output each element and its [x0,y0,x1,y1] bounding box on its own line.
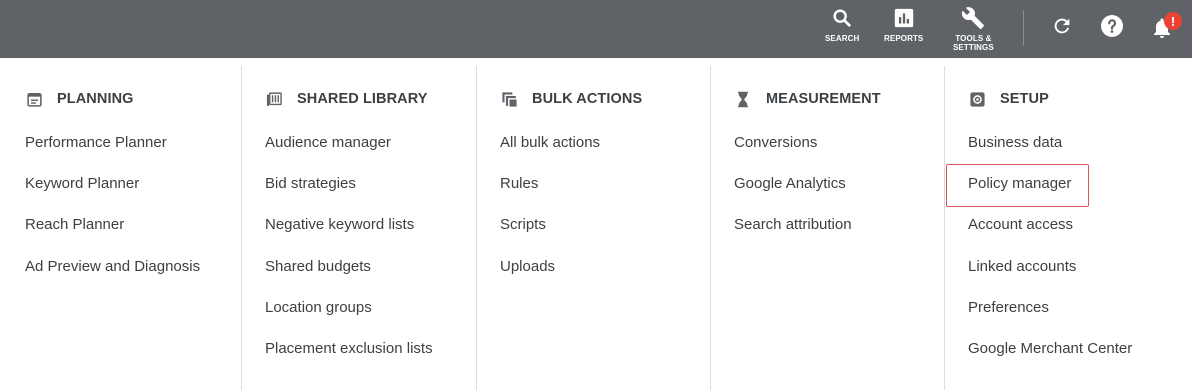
top-bar: SEARCH REPORTS TOOLS & SETTINGS ! [0,0,1192,58]
menu-list-planning: Performance Planner Keyword Planner Reac… [25,132,200,297]
menu-item-scripts[interactable]: Scripts [500,214,600,255]
search-label: SEARCH [825,34,860,43]
heading-bulk-actions: BULK ACTIONS [532,91,643,107]
column-heading: PLANNING [25,88,134,110]
menu-item-shared-budgets[interactable]: Shared budgets [265,256,433,297]
menu-item-all-bulk-actions[interactable]: All bulk actions [500,132,600,173]
heading-setup: SETUP [1000,91,1049,107]
refresh-icon [1051,15,1073,42]
menu-list-setup: Business data Policy manager Account acc… [968,132,1132,379]
menu-item-preferences[interactable]: Preferences [968,297,1132,338]
menu-item-linked-accounts[interactable]: Linked accounts [968,256,1132,297]
notification-badge: ! [1164,12,1182,30]
reports-icon [892,6,916,30]
wrench-icon [961,6,985,30]
bell-icon: ! [1150,12,1182,40]
copy-stack-icon [500,90,518,108]
menu-item-uploads[interactable]: Uploads [500,256,600,297]
settings-box-icon [968,90,986,108]
menu-item-negative-keyword-lists[interactable]: Negative keyword lists [265,214,433,255]
reports-label: REPORTS [884,34,924,43]
menu-item-placement-exclusion-lists[interactable]: Placement exclusion lists [265,338,433,379]
menu-item-audience-manager[interactable]: Audience manager [265,132,433,173]
tools-settings-button[interactable]: TOOLS & SETTINGS [953,2,994,52]
tools-label-line1: TOOLS & [955,34,992,43]
help-button[interactable] [1098,14,1126,42]
column-heading: SETUP [968,88,1049,110]
menu-list-measurement: Conversions Google Analytics Search attr… [734,132,852,256]
menu-item-location-groups[interactable]: Location groups [265,297,433,338]
toolbar-divider [1023,10,1024,46]
column-bulk-actions: BULK ACTIONS All bulk actions Rules Scri… [477,66,711,390]
menu-item-business-data[interactable]: Business data [968,132,1132,173]
library-icon [265,90,283,108]
tools-menu-panel: PLANNING Performance Planner Keyword Pla… [2,58,1192,390]
heading-shared-library: SHARED LIBRARY [297,91,428,107]
column-setup: SETUP Business data Policy manager Accou… [945,66,1192,390]
menu-item-account-access[interactable]: Account access [968,214,1132,255]
menu-item-search-attribution[interactable]: Search attribution [734,214,852,255]
menu-list-shared-library: Audience manager Bid strategies Negative… [265,132,433,379]
column-planning: PLANNING Performance Planner Keyword Pla… [2,66,242,390]
column-heading: SHARED LIBRARY [265,88,428,110]
menu-item-google-merchant-center[interactable]: Google Merchant Center [968,338,1132,379]
refresh-button[interactable] [1048,14,1076,42]
tools-settings-label: TOOLS & SETTINGS [953,34,994,52]
notifications-button[interactable]: ! [1148,12,1182,42]
menu-item-conversions[interactable]: Conversions [734,132,852,173]
menu-item-rules[interactable]: Rules [500,173,600,214]
menu-item-bid-strategies[interactable]: Bid strategies [265,173,433,214]
hourglass-icon [734,90,752,108]
column-measurement: MEASUREMENT Conversions Google Analytics… [711,66,945,390]
heading-measurement: MEASUREMENT [766,91,881,107]
column-heading: MEASUREMENT [734,88,881,110]
tools-label-line2: SETTINGS [953,43,994,52]
menu-item-performance-planner[interactable]: Performance Planner [25,132,200,173]
menu-item-policy-manager[interactable]: Policy manager [968,173,1132,214]
menu-item-keyword-planner[interactable]: Keyword Planner [25,173,200,214]
reports-button[interactable]: REPORTS [884,2,923,43]
search-icon [830,6,854,30]
column-shared-library: SHARED LIBRARY Audience manager Bid stra… [242,66,477,390]
menu-list-bulk-actions: All bulk actions Rules Scripts Uploads [500,132,600,297]
menu-item-reach-planner[interactable]: Reach Planner [25,214,200,255]
search-button[interactable]: SEARCH [825,2,859,43]
menu-item-google-analytics[interactable]: Google Analytics [734,173,852,214]
column-heading: BULK ACTIONS [500,88,642,110]
help-icon [1100,14,1124,43]
heading-planning: PLANNING [57,91,134,107]
menu-item-ad-preview[interactable]: Ad Preview and Diagnosis [25,256,200,297]
calendar-icon [25,90,43,108]
